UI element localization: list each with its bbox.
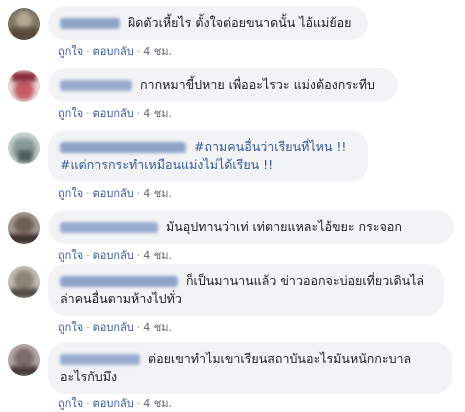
commenter-name[interactable] [60,354,140,365]
separator: · [136,321,141,334]
comment-text-line: ล่าคนอื่นตามห้างไปทั่ว [60,291,182,306]
comment-actions: ถูกใจ · ตอบกลับ · 4 ชม. [58,396,172,412]
avatar[interactable] [8,70,40,102]
separator: · [136,249,141,262]
comment-bubble: ผิดตัวเหี้ยไร ตั้งใจต่อยขนาดนั้น ไอ้แม่ย… [48,6,368,40]
reply-link[interactable]: ตอบกลับ [93,45,134,58]
reply-link[interactable]: ตอบกลับ [93,249,134,262]
hashtag[interactable]: #แต่การกระทำเหมือนแม่งไม่ได้เรียน !! [60,157,273,172]
avatar[interactable] [8,266,40,298]
avatar[interactable] [8,212,40,244]
commenter-name[interactable] [60,276,178,287]
comment-bubble: กากหมาขี้ปหาย เพื่ออะไรวะ แม่งต้องกระทืบ [48,68,398,102]
reply-link[interactable]: ตอบกลับ [93,187,134,200]
comment-bubble: ต่อยเขาทำไมเขาเรียนสถาบันอะไรมันหนักกะบา… [48,342,452,394]
reply-link[interactable]: ตอบกลับ [93,321,134,334]
comment-text: ผิดตัวเหี้ยไร ตั้งใจต่อยขนาดนั้น ไอ้แม่ย… [127,15,352,30]
hashtag[interactable]: #ถามคนอื่นว่าเรียนที่ไหน !! [194,139,346,154]
avatar[interactable] [8,8,40,40]
timestamp[interactable]: 4 ชม. [143,187,172,200]
comment-actions: ถูกใจ · ตอบกลับ · 4 ชม. [58,186,172,202]
like-link[interactable]: ถูกใจ [58,187,83,200]
commenter-name[interactable] [60,80,132,91]
comment-bubble: ก็เป็นมานานแล้ว ข่าวออกจะบ่อยเที่ยวเดินไ… [48,264,444,316]
separator: · [86,107,90,120]
avatar[interactable] [8,344,40,376]
separator: · [136,107,141,120]
separator: · [86,397,90,410]
like-link[interactable]: ถูกใจ [58,397,83,410]
comment-bubble: #ถามคนอื่นว่าเรียนที่ไหน !! #แต่การกระทำ… [48,130,368,182]
commenter-name[interactable] [60,18,120,29]
comment-text: มันอุปทานว่าเท่ เท่ตายแหละไอ้ขยะ กระจอก [165,219,402,234]
separator: · [136,397,141,410]
reply-link[interactable]: ตอบกลับ [93,397,134,410]
like-link[interactable]: ถูกใจ [58,107,83,120]
commenter-name[interactable] [60,142,186,153]
like-link[interactable]: ถูกใจ [58,45,83,58]
separator: · [136,45,141,58]
reply-link[interactable]: ตอบกลับ [93,107,134,120]
timestamp[interactable]: 4 ชม. [143,321,172,334]
comment-text: กากหมาขี้ปหาย เพื่ออะไรวะ แม่งต้องกระทืบ [139,77,375,92]
comment-actions: ถูกใจ · ตอบกลับ · 4 ชม. [58,44,172,60]
comment-text-line: ก็เป็นมานานแล้ว ข่าวออกจะบ่อยเที่ยวเดินไ… [185,273,425,288]
separator: · [86,321,90,334]
comment-actions: ถูกใจ · ตอบกลับ · 4 ชม. [58,248,172,264]
comment-text-line: อะไรกับมึง [60,369,118,384]
comment-actions: ถูกใจ · ตอบกลับ · 4 ชม. [58,106,172,122]
timestamp[interactable]: 4 ชม. [143,107,172,120]
separator: · [86,45,90,58]
commenter-name[interactable] [60,222,158,233]
like-link[interactable]: ถูกใจ [58,321,83,334]
timestamp[interactable]: 4 ชม. [143,45,172,58]
separator: · [86,187,90,200]
avatar[interactable] [8,132,40,164]
comment-bubble: มันอุปทานว่าเท่ เท่ตายแหละไอ้ขยะ กระจอก [48,210,454,244]
timestamp[interactable]: 4 ชม. [143,397,172,410]
timestamp[interactable]: 4 ชม. [143,249,172,262]
separator: · [136,187,141,200]
comment-text-line: ต่อยเขาทำไมเขาเรียนสถาบันอะไรมันหนักกะบา… [147,351,412,366]
like-link[interactable]: ถูกใจ [58,249,83,262]
separator: · [86,249,90,262]
comment-actions: ถูกใจ · ตอบกลับ · 4 ชม. [58,320,172,336]
